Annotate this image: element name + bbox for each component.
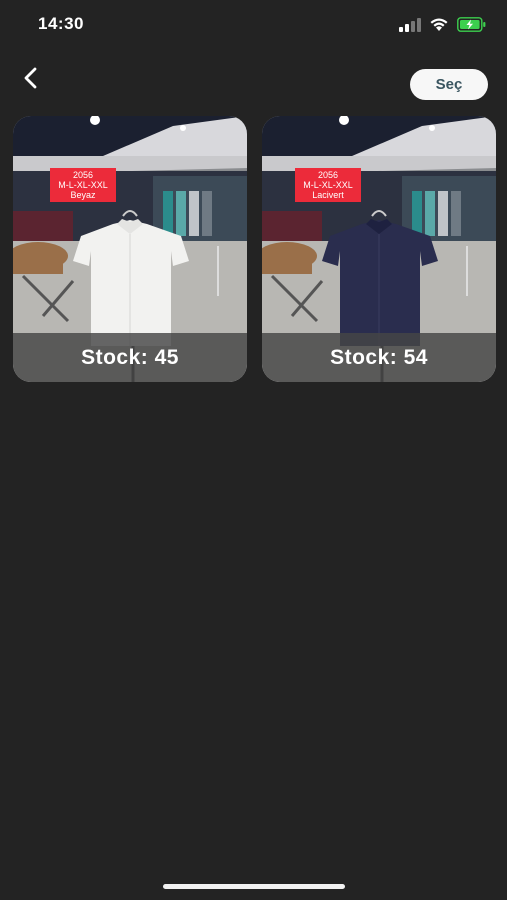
cellular-signal-icon [399,17,421,32]
product-tag: 2056 M-L-XL-XXL Lacivert [295,168,361,202]
status-bar: 14:30 [0,0,507,50]
status-icons [399,17,487,32]
tag-model: 2056 [72,170,94,180]
product-tag: 2056 M-L-XL-XXL Beyaz [50,168,116,202]
product-card[interactable]: 2056 M-L-XL-XXL Beyaz Stock: 45 [13,116,247,382]
battery-charging-icon [457,17,486,32]
wifi-icon [430,18,448,31]
tag-sizes: M-L-XL-XXL [58,180,108,190]
status-time: 14:30 [38,14,84,33]
tag-color: Lacivert [312,190,344,200]
tag-model: 2056 [317,170,339,180]
chevron-left-icon [24,67,37,89]
stock-label: Stock: 45 [13,333,247,382]
product-card[interactable]: 2056 M-L-XL-XXL Lacivert Stock: 54 [262,116,496,382]
stock-label: Stock: 54 [262,333,496,382]
home-indicator[interactable] [163,884,345,889]
tag-color: Beyaz [70,190,96,200]
product-grid: 2056 M-L-XL-XXL Beyaz Stock: 45 2056 M-L… [13,116,496,382]
tag-sizes: M-L-XL-XXL [303,180,353,190]
select-button[interactable]: Seç [410,69,488,100]
back-button[interactable] [14,62,46,94]
